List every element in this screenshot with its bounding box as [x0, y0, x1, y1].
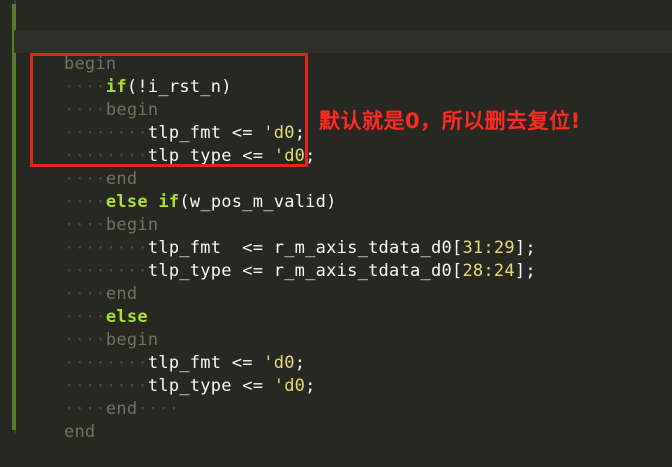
code-editor[interactable]: always@(posedge i_pclk_div2) begin ····i… — [0, 0, 672, 442]
annotation-box — [30, 53, 308, 167]
code-line-15[interactable]: ········tlp_fmt <= 'd0; — [22, 329, 305, 373]
annotation-text: 默认就是0，所以删去复位! — [319, 109, 581, 133]
code-line-2[interactable]: begin — [14, 30, 672, 74]
code-line-10[interactable]: ········tlp_fmt <= r_m_axis_tdata_d0[31:… — [22, 214, 536, 258]
code-line-18[interactable]: end — [22, 398, 95, 442]
change-marker — [12, 4, 16, 430]
code-line-16[interactable]: ········tlp_type <= 'd0; — [22, 352, 316, 396]
code-line-8[interactable]: ····else if(w_pos_m_valid) — [22, 168, 337, 212]
code-line-11[interactable]: ········tlp_type <= r_m_axis_tdata_d0[28… — [22, 237, 536, 281]
code-line-12[interactable]: ····end — [22, 260, 137, 304]
code-line-9[interactable]: ····begin — [22, 191, 158, 235]
code-line-13[interactable]: ····else — [22, 283, 148, 327]
code-line-17[interactable]: ····end···· — [22, 375, 179, 419]
code-line-14[interactable]: ····begin — [22, 306, 158, 350]
code-line-1[interactable]: always@(posedge i_pclk_div2) — [22, 7, 358, 51]
